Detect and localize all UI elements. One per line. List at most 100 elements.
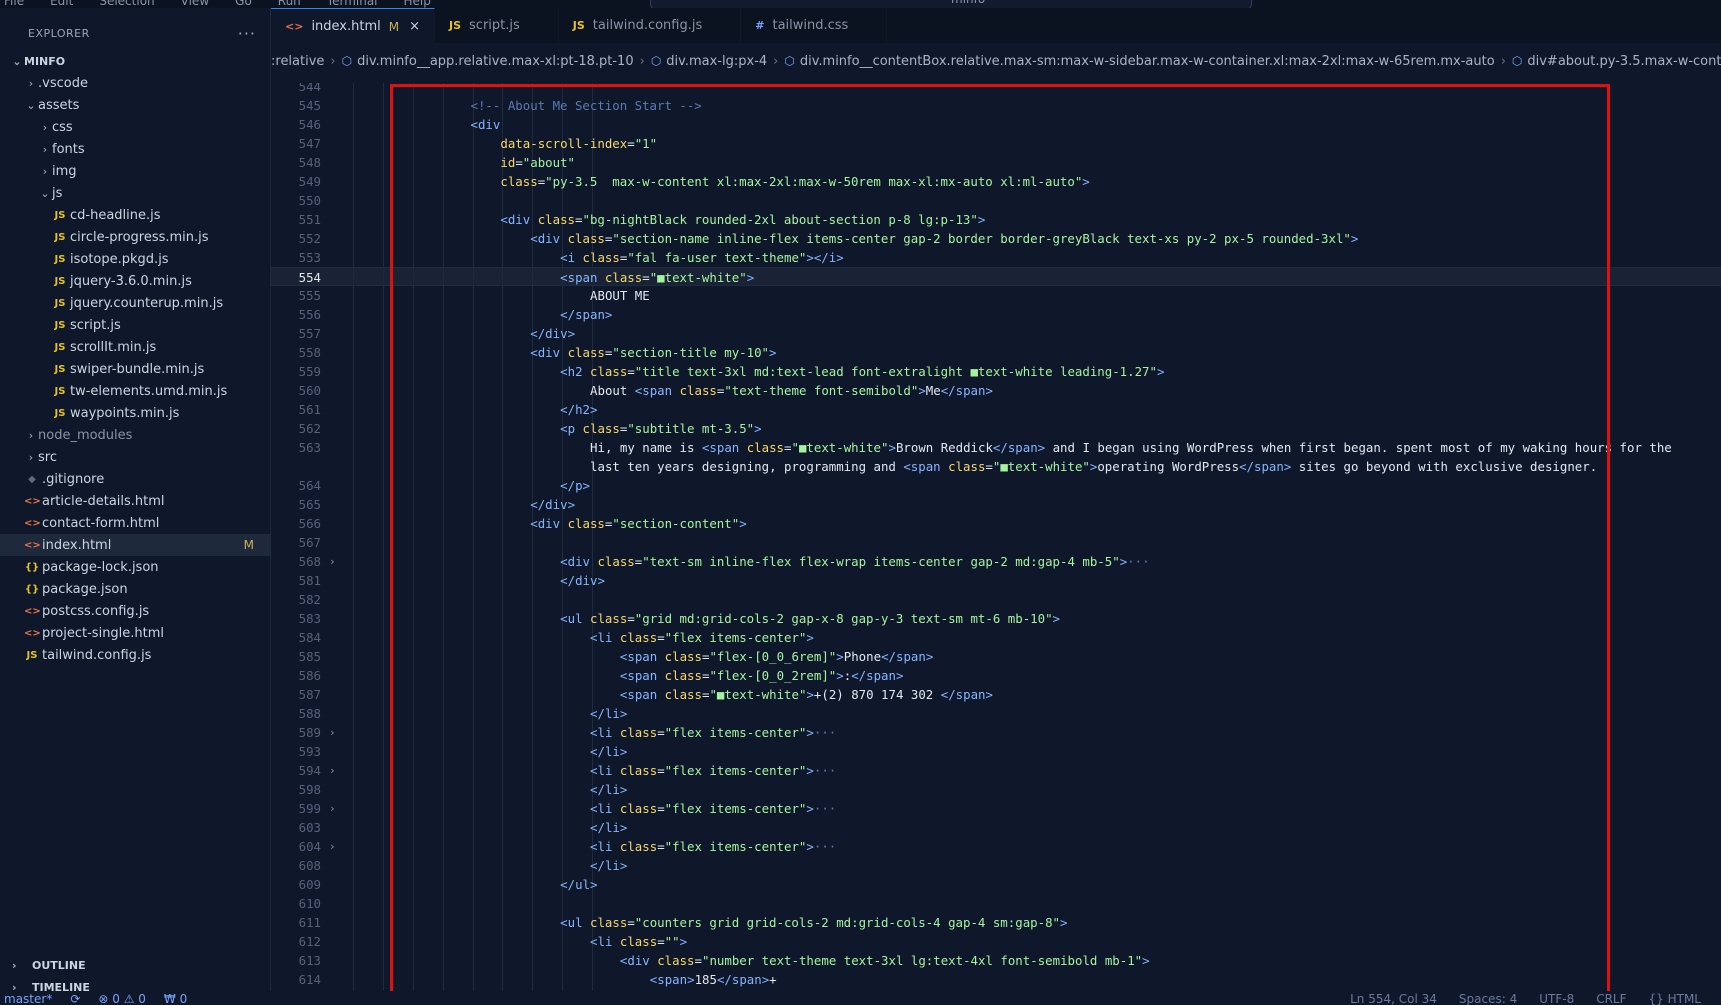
- code-line[interactable]: 545 <!-- About Me Section Start -->: [271, 96, 1721, 115]
- command-center[interactable]: minfo: [650, 0, 1252, 8]
- file-tree-item[interactable]: JS jquery.counterup.min.js: [0, 292, 270, 314]
- problems-indicator[interactable]: ⊗ 0 ⚠ 0: [98, 992, 146, 1005]
- code-line[interactable]: 547 data-scroll-index="1": [271, 134, 1721, 153]
- code-line[interactable]: 609 </ul>: [271, 875, 1721, 894]
- code-line[interactable]: 550: [271, 191, 1721, 210]
- chevron-right-icon[interactable]: ›: [329, 799, 336, 818]
- code-line[interactable]: 608 </li>: [271, 856, 1721, 875]
- file-tree-item[interactable]: › img: [0, 160, 270, 182]
- code-line[interactable]: 599 › <li class="flex items-center">···: [271, 799, 1721, 818]
- code-line[interactable]: 554 <span class="■text-white">: [271, 267, 1721, 286]
- file-tree-item[interactable]: ⌄ assets: [0, 94, 270, 116]
- outline-section[interactable]: › OUTLINE: [0, 954, 270, 976]
- file-tree-item[interactable]: {} package-lock.json: [0, 556, 270, 578]
- code-line[interactable]: 613 <div class="number text-theme text-3x…: [271, 951, 1721, 970]
- menu-item[interactable]: View: [181, 0, 209, 8]
- file-tree-item[interactable]: <> article-details.html: [0, 490, 270, 512]
- breadcrumb-item[interactable]: div.max-lg:px-4: [666, 54, 767, 69]
- code-line[interactable]: 584 <li class="flex items-center">: [271, 628, 1721, 647]
- code-line[interactable]: 587 <span class="■text-white">+(2) 870 17…: [271, 685, 1721, 704]
- code-line[interactable]: 598 </li>: [271, 780, 1721, 799]
- encoding[interactable]: UTF-8: [1539, 992, 1574, 1005]
- menu-item[interactable]: Go: [235, 0, 252, 8]
- code-line[interactable]: 610: [271, 894, 1721, 913]
- menu-item[interactable]: File: [4, 0, 24, 8]
- code-line[interactable]: 548 id="about": [271, 153, 1721, 172]
- breadcrumb-item[interactable]: div.minfo__contentBox.relative.max-sm:ma…: [800, 54, 1495, 69]
- code-line[interactable]: 552 <div class="section-name inline-flex …: [271, 229, 1721, 248]
- tab-tailwind-config-js[interactable]: JS tailwind.config.js: [559, 8, 742, 43]
- chevron-right-icon[interactable]: ›: [329, 761, 336, 780]
- code-line[interactable]: 562 <p class="subtitle mt-3.5">: [271, 419, 1721, 438]
- code-line[interactable]: 583 <ul class="grid md:grid-cols-2 gap-x-…: [271, 609, 1721, 628]
- code-line[interactable]: 544: [271, 83, 1721, 96]
- file-tree-item[interactable]: JS cd-headline.js: [0, 204, 270, 226]
- menu-item[interactable]: Edit: [50, 0, 73, 8]
- breadcrumb-item[interactable]: :relative: [271, 54, 324, 69]
- more-actions-icon[interactable]: ···: [238, 24, 256, 43]
- code-line[interactable]: 564 </p>: [271, 476, 1721, 495]
- project-root[interactable]: ⌄ MINFO: [0, 50, 270, 72]
- file-tree-item[interactable]: › css: [0, 116, 270, 138]
- code-line[interactable]: 585 <span class="flex-[0_0_6rem]">Phone</…: [271, 647, 1721, 666]
- file-tree-item[interactable]: JS isotope.pkgd.js: [0, 248, 270, 270]
- code-line[interactable]: 581 </div>: [271, 571, 1721, 590]
- file-tree-item[interactable]: <> index.html M: [0, 534, 270, 556]
- code-line[interactable]: 582: [271, 590, 1721, 609]
- tab-index-html[interactable]: <> index.html M ×: [271, 8, 436, 44]
- breadcrumb-item[interactable]: div#about.py-3.5.max-w-content.xl:max-2x…: [1527, 54, 1721, 69]
- code-line[interactable]: 566 <div class="section-content">: [271, 514, 1721, 533]
- file-tree-item[interactable]: › src: [0, 446, 270, 468]
- code-line[interactable]: last ten years designing, programming an…: [271, 457, 1721, 476]
- code-line[interactable]: 565 </div>: [271, 495, 1721, 514]
- code-line[interactable]: 560 About <span class="text-theme font-se…: [271, 381, 1721, 400]
- code-line[interactable]: 604 › <li class="flex items-center">···: [271, 837, 1721, 856]
- file-tree-item[interactable]: JS script.js: [0, 314, 270, 336]
- code-line[interactable]: 567: [271, 533, 1721, 552]
- breadcrumb-item[interactable]: div.minfo__app.relative.max-xl:pt-18.pt-…: [357, 54, 634, 69]
- language-mode[interactable]: {} HTML: [1649, 992, 1701, 1005]
- file-tree-item[interactable]: › fonts: [0, 138, 270, 160]
- line-ending[interactable]: CRLF: [1596, 992, 1626, 1005]
- cursor-position[interactable]: Ln 554, Col 34: [1350, 992, 1437, 1005]
- code-line[interactable]: 556 </span>: [271, 305, 1721, 324]
- file-tree-item[interactable]: ◆ .gitignore: [0, 468, 270, 490]
- file-tree-item[interactable]: <> postcss.config.js: [0, 600, 270, 622]
- file-tree-item[interactable]: › node_modules: [0, 424, 270, 446]
- code-line[interactable]: 558 <div class="section-title my-10">: [271, 343, 1721, 362]
- code-line[interactable]: 611 <ul class="counters grid grid-cols-2 …: [271, 913, 1721, 932]
- code-line[interactable]: 563 Hi, my name is <span class="■text-whi…: [271, 438, 1721, 457]
- menu-item[interactable]: Help: [404, 0, 431, 8]
- code-line[interactable]: 559 <h2 class="title text-3xl md:text-lea…: [271, 362, 1721, 381]
- code-line[interactable]: 594 › <li class="flex items-center">···: [271, 761, 1721, 780]
- file-tree-item[interactable]: {} package.json: [0, 578, 270, 600]
- file-tree-item[interactable]: <> project-single.html: [0, 622, 270, 644]
- code-editor[interactable]: 544 545 <!-- About Me Section Start --> 546…: [271, 83, 1721, 991]
- file-tree-item[interactable]: <> contact-form.html: [0, 512, 270, 534]
- file-tree-item[interactable]: JS tailwind.config.js: [0, 644, 270, 666]
- file-tree-item[interactable]: JS scrollIt.min.js: [0, 336, 270, 358]
- file-tree-item[interactable]: JS circle-progress.min.js: [0, 226, 270, 248]
- chevron-right-icon[interactable]: ›: [329, 837, 336, 856]
- branch-indicator[interactable]: master*: [4, 992, 52, 1005]
- code-line[interactable]: 546 <div: [271, 115, 1721, 134]
- code-line[interactable]: 553 <i class="fal fa-user text-theme"></i…: [271, 248, 1721, 267]
- code-line[interactable]: 614 <span>185</span>+: [271, 970, 1721, 989]
- tab-tailwind-css[interactable]: # tailwind.css: [741, 8, 888, 43]
- chevron-right-icon[interactable]: ›: [329, 552, 336, 571]
- indentation[interactable]: Spaces: 4: [1459, 992, 1517, 1005]
- ports-indicator[interactable]: ₩ 0: [164, 992, 187, 1005]
- file-tree-item[interactable]: JS swiper-bundle.min.js: [0, 358, 270, 380]
- code-line[interactable]: 588 </li>: [271, 704, 1721, 723]
- code-line[interactable]: 603 </li>: [271, 818, 1721, 837]
- code-line[interactable]: 549 class="py-3.5 max-w-content xl:max-2x…: [271, 172, 1721, 191]
- code-line[interactable]: 551 <div class="bg-nightBlack rounded-2xl…: [271, 210, 1721, 229]
- code-line[interactable]: 557 </div>: [271, 324, 1721, 343]
- file-tree-item[interactable]: JS jquery-3.6.0.min.js: [0, 270, 270, 292]
- close-icon[interactable]: ×: [409, 19, 420, 34]
- sync-icon[interactable]: ⟳: [70, 992, 80, 1005]
- code-line[interactable]: 586 <span class="flex-[0_0_2rem]">:</span…: [271, 666, 1721, 685]
- file-tree-item[interactable]: JS waypoints.min.js: [0, 402, 270, 424]
- tab-script-js[interactable]: JS script.js: [435, 8, 559, 43]
- menu-bar[interactable]: File Edit Selection View Go Run Terminal Help: [4, 0, 431, 8]
